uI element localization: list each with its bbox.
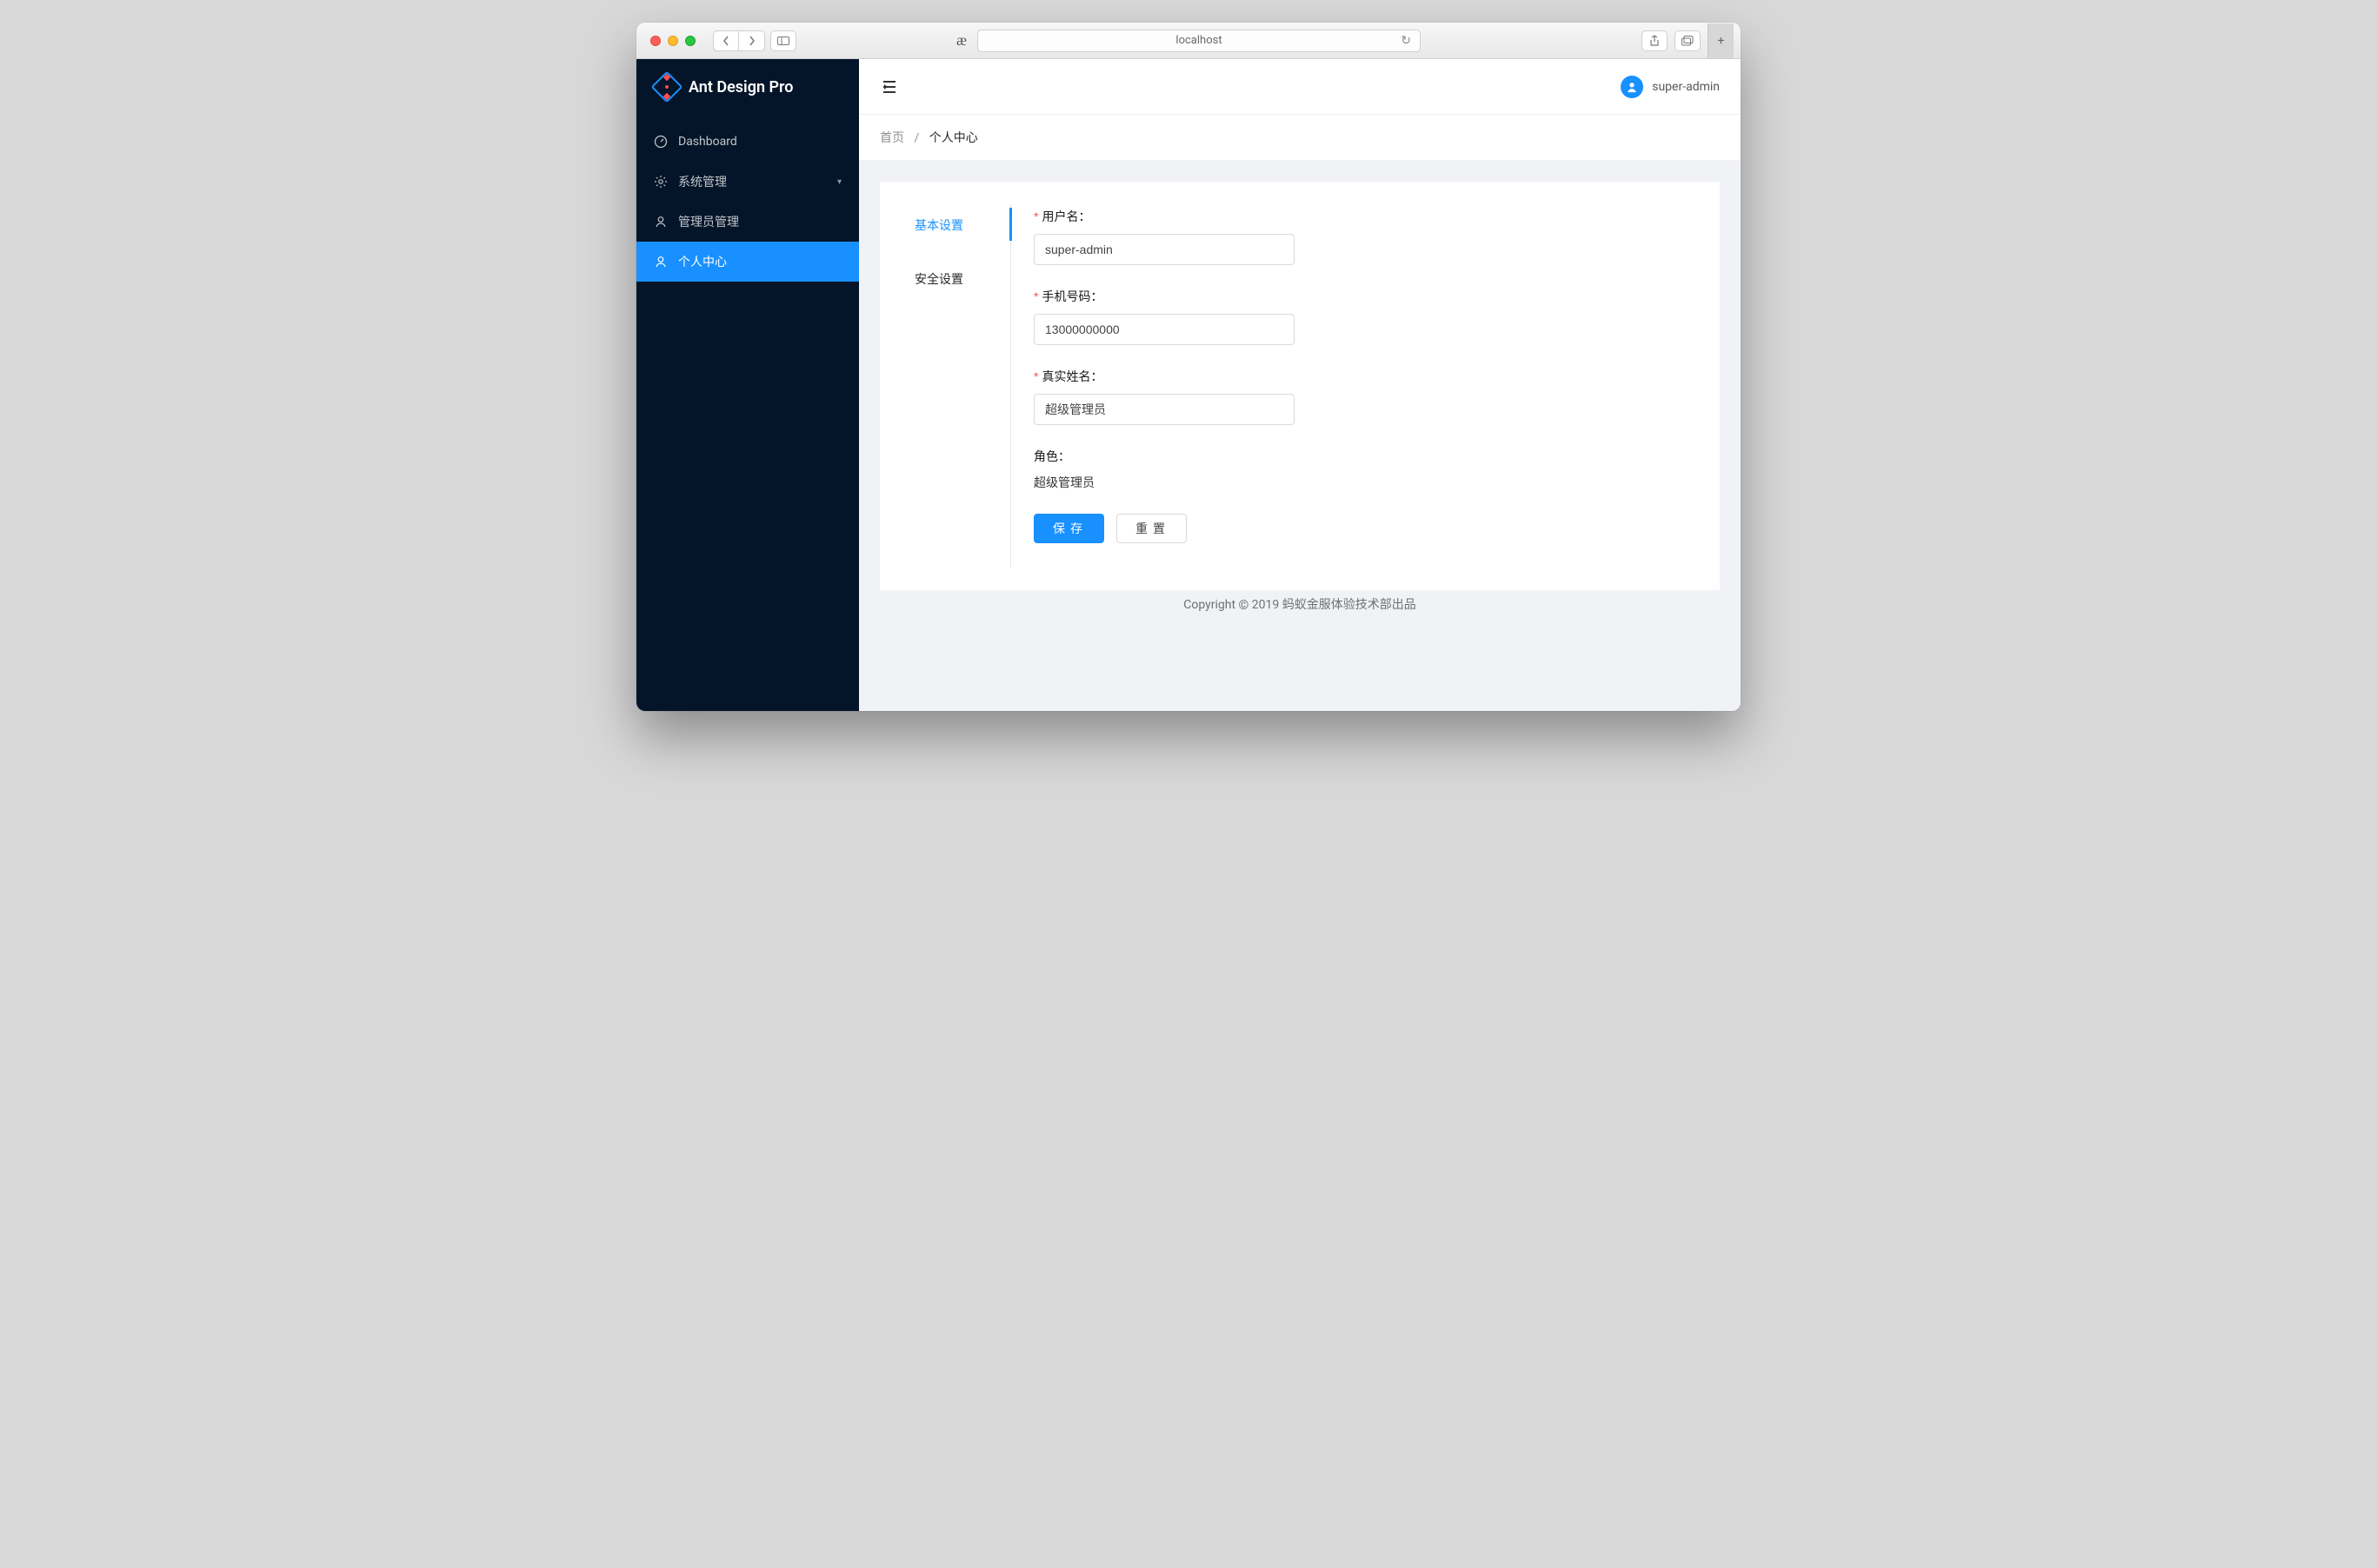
footer-text-left: Copyright — [1183, 598, 1238, 612]
new-tab-button[interactable]: + — [1708, 23, 1734, 58]
settings-icon — [654, 175, 668, 189]
browser-urlbar[interactable]: localhost ↻ — [977, 30, 1421, 52]
phone-input[interactable] — [1034, 314, 1295, 345]
content: 基本设置 安全设置 *用户名： — [859, 161, 1741, 711]
tab-security[interactable]: 安全设置 — [915, 262, 1010, 296]
tab-basic[interactable]: 基本设置 — [915, 208, 1010, 243]
reader-icon[interactable]: æ — [956, 31, 967, 50]
browser-back-button[interactable] — [713, 30, 739, 51]
share-icon[interactable] — [1641, 30, 1668, 51]
required-mark: * — [1034, 369, 1038, 383]
avatar — [1621, 76, 1643, 98]
settings-card: 基本设置 安全设置 *用户名： — [880, 182, 1720, 590]
field-username: *用户名： — [1034, 208, 1295, 265]
user-icon — [654, 255, 668, 269]
tabs-divider — [1010, 204, 1011, 568]
footer: Copyright © 2019 蚂蚁金服体验技术部出品 — [880, 590, 1720, 632]
label-phone: *手机号码： — [1034, 288, 1295, 305]
chevron-down-icon: ▾ — [837, 177, 842, 187]
collapse-sidebar-button[interactable] — [880, 77, 899, 96]
window-minimize-button[interactable] — [668, 36, 678, 46]
required-mark: * — [1034, 289, 1038, 303]
sidebar-item-label: 管理员管理 — [678, 213, 739, 230]
browser-right-buttons: + — [1641, 23, 1741, 58]
sidebar-item-admin[interactable]: 管理员管理 — [636, 202, 859, 242]
window-zoom-button[interactable] — [685, 36, 696, 46]
sidebar-item-label: 系统管理 — [678, 173, 727, 190]
window-close-button[interactable] — [650, 36, 661, 46]
sidebar-item-dashboard[interactable]: Dashboard — [636, 122, 859, 162]
field-realname: *真实姓名： — [1034, 368, 1295, 425]
tab-indicator — [1009, 208, 1012, 241]
dashboard-icon — [654, 135, 668, 149]
browser-nav-buttons — [713, 30, 796, 51]
label-username: *用户名： — [1034, 208, 1295, 225]
breadcrumb-home-link[interactable]: 首页 — [880, 131, 904, 145]
traffic-lights — [636, 36, 696, 46]
required-mark: * — [1034, 209, 1038, 223]
user-icon — [654, 215, 668, 229]
sidebar-item-label: Dashboard — [678, 135, 737, 149]
breadcrumb: 首页 / 个人中心 — [859, 115, 1741, 161]
browser-urlbar-group: æ localhost ↻ — [956, 30, 1421, 52]
browser-chrome: æ localhost ↻ + — [636, 23, 1741, 59]
breadcrumb-current: 个人中心 — [929, 131, 978, 145]
logo-icon — [656, 76, 678, 98]
sidebar-item-system[interactable]: 系统管理 ▾ — [636, 162, 859, 202]
form-buttons: 保存 重置 — [1034, 514, 1295, 543]
reload-icon[interactable]: ↻ — [1401, 34, 1411, 48]
browser-sidebar-button[interactable] — [770, 30, 796, 51]
realname-input[interactable] — [1034, 394, 1295, 425]
topbar-username: super-admin — [1652, 80, 1720, 94]
breadcrumb-separator: / — [914, 131, 919, 145]
settings-tabs: 基本设置 安全设置 — [915, 208, 1010, 564]
reset-button[interactable]: 重置 — [1116, 514, 1187, 543]
label-realname: *真实姓名： — [1034, 368, 1295, 385]
main-area: super-admin 首页 / 个人中心 基本设置 安全设置 — [859, 59, 1741, 711]
label-role: 角色： — [1034, 448, 1295, 465]
sidebar-item-profile[interactable]: 个人中心 — [636, 242, 859, 282]
sidebar-menu: Dashboard 系统管理 ▾ 管理员管理 — [636, 115, 859, 282]
browser-forward-button[interactable] — [739, 30, 765, 51]
browser-url-text: localhost — [1175, 34, 1222, 47]
app-viewport: Ant Design Pro Dashboard 系统管理 ▾ — [636, 59, 1741, 711]
sidebar-item-label: 个人中心 — [678, 253, 727, 270]
field-phone: *手机号码： — [1034, 288, 1295, 345]
save-button[interactable]: 保存 — [1034, 514, 1104, 543]
app-logo[interactable]: Ant Design Pro — [636, 59, 859, 115]
tabs-icon[interactable] — [1675, 30, 1701, 51]
topbar: super-admin — [859, 59, 1741, 115]
topbar-user[interactable]: super-admin — [1621, 76, 1720, 98]
footer-text-right: 2019 蚂蚁金服体验技术部出品 — [1248, 598, 1415, 612]
field-role: 角色： 超级管理员 — [1034, 448, 1295, 491]
sidebar: Ant Design Pro Dashboard 系统管理 ▾ — [636, 59, 859, 711]
browser-window: æ localhost ↻ + Ant Design Pro — [636, 23, 1741, 711]
username-input[interactable] — [1034, 234, 1295, 265]
role-value: 超级管理员 — [1034, 474, 1295, 491]
copyright-icon: © — [1239, 597, 1249, 613]
app-title: Ant Design Pro — [689, 78, 793, 96]
settings-form: *用户名： *手机号码： *真实姓名： — [1011, 208, 1295, 564]
